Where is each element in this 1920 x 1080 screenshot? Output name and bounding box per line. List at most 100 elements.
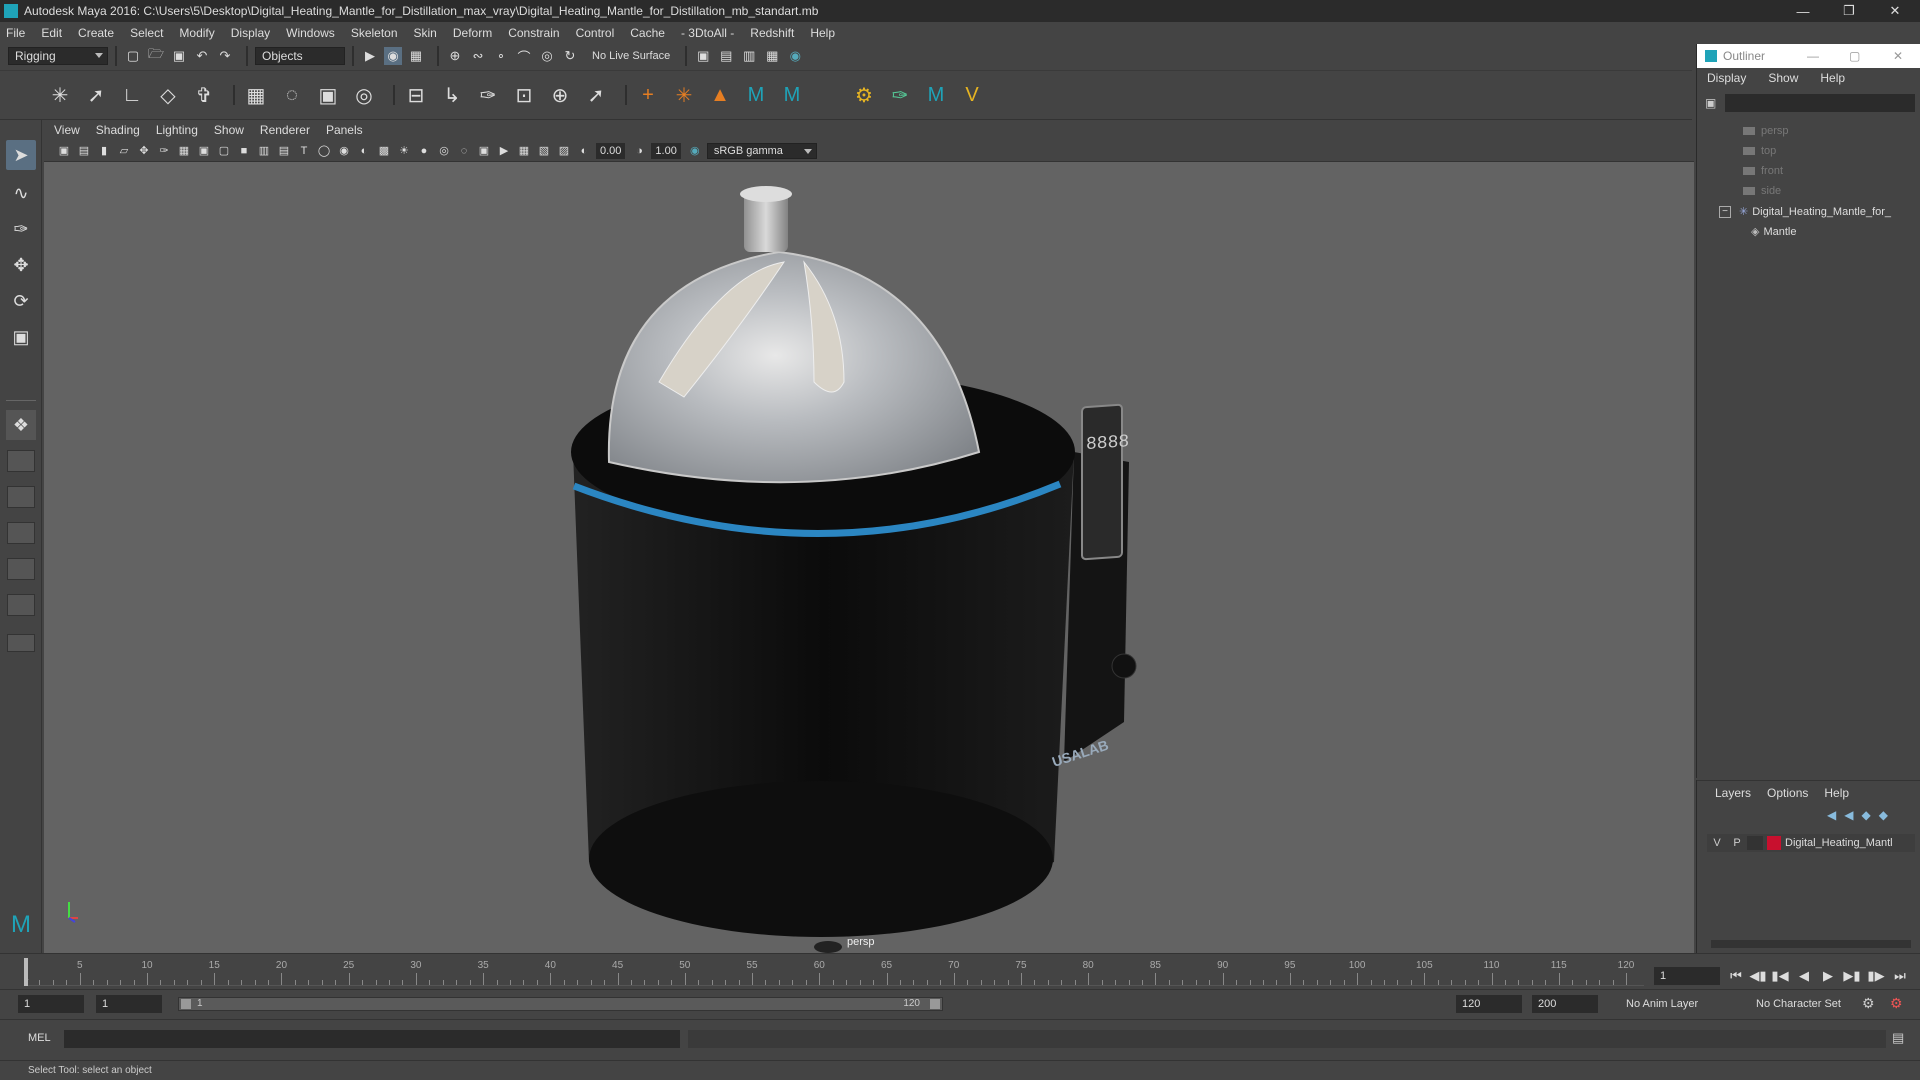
hik-icon[interactable]: ▲ xyxy=(706,81,734,109)
menu-edit[interactable]: Edit xyxy=(41,26,62,40)
character-set-dropdown[interactable]: No Character Set xyxy=(1750,995,1870,1013)
outliner-item-mantle[interactable]: ◈ Mantle xyxy=(1751,225,1797,239)
playback-start-field[interactable]: 1 xyxy=(96,995,162,1013)
gamma-icon[interactable]: ◑ xyxy=(631,143,647,159)
textured-icon[interactable]: ▩ xyxy=(376,143,392,159)
animation-end-field[interactable]: 200 xyxy=(1532,995,1598,1013)
outliner-menu-show[interactable]: Show xyxy=(1768,71,1798,85)
panel-menu-shading[interactable]: Shading xyxy=(96,123,140,137)
time-ruler[interactable]: 1510152025303540455055606570758085909510… xyxy=(23,958,1644,986)
menu-constrain[interactable]: Constrain xyxy=(508,26,559,40)
antialias-icon[interactable]: ▣ xyxy=(476,143,492,159)
menu-windows[interactable]: Windows xyxy=(286,26,335,40)
layer-menu-help[interactable]: Help xyxy=(1824,786,1849,800)
bind-skin-icon[interactable]: ⊟ xyxy=(402,81,430,109)
snap-point-icon[interactable]: ∘ xyxy=(492,47,510,65)
auto-key-icon[interactable]: ⚙ xyxy=(1862,995,1875,1012)
next-key-icon[interactable]: ▶▮ xyxy=(1842,966,1862,986)
play-backward-icon[interactable]: ◀ xyxy=(1794,966,1814,986)
view-transform-dropdown[interactable]: sRGB gamma xyxy=(706,142,817,159)
restore-button[interactable]: ❐ xyxy=(1826,0,1872,22)
layout-outliner-icon[interactable] xyxy=(7,594,35,616)
layer-playback-toggle[interactable]: P xyxy=(1727,837,1747,849)
paint-weights-icon[interactable]: ✑ xyxy=(474,81,502,109)
gate-mask-icon[interactable]: ■ xyxy=(236,143,252,159)
menu-control[interactable]: Control xyxy=(576,26,615,40)
range-slider[interactable]: 1 120 xyxy=(178,997,943,1011)
outliner-item-front[interactable]: front xyxy=(1743,165,1783,177)
interactive-bind-icon[interactable]: ↳ xyxy=(438,81,466,109)
wire-icon[interactable]: ◎ xyxy=(350,81,378,109)
step-back-icon[interactable]: ◀▮ xyxy=(1748,966,1768,986)
shadows-icon[interactable]: ● xyxy=(416,143,432,159)
locator-joint-icon[interactable]: ✳ xyxy=(670,81,698,109)
script-editor-icon[interactable]: ▤ xyxy=(1892,1030,1904,1046)
grease-pencil-icon[interactable]: ✑ xyxy=(156,143,172,159)
time-slider[interactable]: 1510152025303540455055606570758085909510… xyxy=(0,953,1920,987)
blank-shelf-icon[interactable] xyxy=(814,81,842,109)
panel-menu-panels[interactable]: Panels xyxy=(326,123,363,137)
current-time-marker[interactable] xyxy=(24,958,28,986)
menu-create[interactable]: Create xyxy=(78,26,114,40)
outliner-close-button[interactable]: ✕ xyxy=(1893,49,1903,63)
outliner-item-persp[interactable]: persp xyxy=(1743,125,1789,137)
color-management-icon[interactable]: ◉ xyxy=(687,143,703,159)
layer-name[interactable]: Digital_Heating_Mantl xyxy=(1785,837,1893,849)
render-current-icon[interactable]: ▤ xyxy=(717,47,735,65)
prev-key-icon[interactable]: ▮◀ xyxy=(1770,966,1790,986)
panel-menu-show[interactable]: Show xyxy=(214,123,244,137)
playback-end-field[interactable]: 120 xyxy=(1456,995,1522,1013)
use-lights-icon[interactable]: ☀ xyxy=(396,143,412,159)
save-scene-icon[interactable]: ▣ xyxy=(170,47,188,65)
range-end-handle[interactable] xyxy=(930,999,940,1009)
minimize-button[interactable]: — xyxy=(1780,0,1826,22)
resolution-gate-icon[interactable]: ▢ xyxy=(216,143,232,159)
close-button[interactable]: ✕ xyxy=(1872,0,1918,22)
exposure-field[interactable]: 0.00 xyxy=(596,142,626,159)
menu-redshift[interactable]: Redshift xyxy=(750,26,794,40)
menu-modify[interactable]: Modify xyxy=(179,26,214,40)
menu-skeleton[interactable]: Skeleton xyxy=(351,26,398,40)
image-plane-icon[interactable]: ▱ xyxy=(116,143,132,159)
select-hierarchy-icon[interactable]: ▶ xyxy=(361,47,379,65)
layer-visibility-toggle[interactable]: V xyxy=(1707,837,1727,849)
layer-display-type[interactable] xyxy=(1747,836,1763,850)
maya-c-icon[interactable]: M xyxy=(922,81,950,109)
menuset-dropdown[interactable]: Rigging xyxy=(8,47,108,65)
snap-curve-icon[interactable]: ∾ xyxy=(469,47,487,65)
joint-tool-icon[interactable]: ✳ xyxy=(46,81,74,109)
outliner-item-group[interactable]: − ✳ Digital_Heating_Mantle_for_ xyxy=(1719,205,1891,218)
layer-row[interactable]: V P Digital_Heating_Mantl xyxy=(1707,834,1915,852)
maya-b-icon[interactable]: M xyxy=(778,81,806,109)
menu-display[interactable]: Display xyxy=(231,26,270,40)
shade-wire-icon[interactable]: ◐ xyxy=(356,143,372,159)
isolate-icon[interactable]: ▶ xyxy=(496,143,512,159)
new-layer-selected-icon[interactable]: ◆ xyxy=(1879,808,1888,822)
xray-icon[interactable]: ▦ xyxy=(516,143,532,159)
snap-live-icon[interactable]: ↻ xyxy=(561,47,579,65)
menu-cache[interactable]: Cache xyxy=(630,26,665,40)
safe-title-icon[interactable]: T xyxy=(296,143,312,159)
current-frame-field[interactable]: 1 xyxy=(1654,967,1720,985)
ipr-render-icon[interactable]: ▥ xyxy=(740,47,758,65)
animation-start-field[interactable]: 1 xyxy=(18,995,84,1013)
film-gate-icon[interactable]: ▣ xyxy=(196,143,212,159)
layer-menu-options[interactable]: Options xyxy=(1767,786,1808,800)
wrap-icon[interactable]: ▣ xyxy=(314,81,342,109)
range-start-handle[interactable] xyxy=(181,999,191,1009)
layer-scrollbar[interactable] xyxy=(1711,940,1911,948)
camera-attr-icon[interactable]: ▤ xyxy=(76,143,92,159)
outliner-item-side[interactable]: side xyxy=(1743,185,1781,197)
play-forward-icon[interactable]: ▶ xyxy=(1818,966,1838,986)
outliner-menu-display[interactable]: Display xyxy=(1707,71,1746,85)
outliner-item-top[interactable]: top xyxy=(1743,145,1776,157)
lasso-tool-icon[interactable]: ∿ xyxy=(6,178,36,208)
viewport-3d[interactable]: 8888 USALAB persp xyxy=(44,162,1694,953)
render-settings-icon[interactable]: ▣ xyxy=(694,47,712,65)
orient-joint-icon[interactable]: ✞ xyxy=(190,81,218,109)
preferences-icon[interactable]: ⚙ xyxy=(1890,995,1903,1012)
set-driven-icon[interactable]: ⚙ xyxy=(850,81,878,109)
step-forward-icon[interactable]: ▮▶ xyxy=(1866,966,1886,986)
safe-action-icon[interactable]: ▤ xyxy=(276,143,292,159)
menu-help[interactable]: Help xyxy=(810,26,835,40)
